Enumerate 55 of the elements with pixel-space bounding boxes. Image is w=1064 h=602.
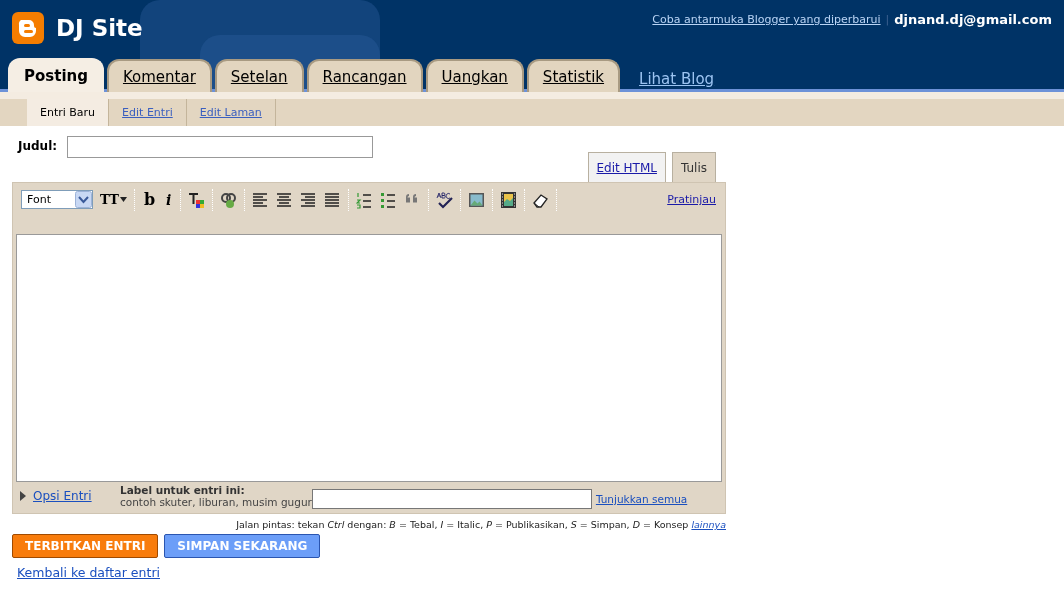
italic-button[interactable]: i	[164, 191, 174, 208]
site-title: DJ Site	[56, 15, 143, 41]
align-center-button[interactable]	[276, 190, 294, 209]
nav-tab[interactable]: Statistik	[526, 59, 621, 92]
font-dropdown[interactable]: Font	[21, 190, 93, 209]
title-input[interactable]	[67, 136, 374, 158]
editor-mode-tab[interactable]: Edit HTML	[587, 152, 666, 182]
nav-tab[interactable]: Komentar	[106, 59, 212, 92]
image-icon	[468, 190, 486, 209]
caret-icon	[119, 197, 127, 202]
back-to-posts-link[interactable]: Kembali ke daftar entri	[17, 565, 160, 580]
sub-tab[interactable]: Entri Baru	[27, 99, 110, 126]
post-options-toggle[interactable]: Opsi Entri	[20, 489, 120, 503]
nav-tab[interactable]: Rancangan	[306, 59, 423, 92]
show-all-labels-link[interactable]: Tunjukkan semua	[595, 493, 688, 505]
try-new-interface-link[interactable]: Coba antarmuka Blogger yang diperbarui	[652, 13, 881, 26]
sub-tab[interactable]: Edit Entri	[109, 99, 187, 126]
spellcheck-button[interactable]	[436, 190, 454, 209]
editor-mode-tab[interactable]: Tulis	[671, 152, 716, 182]
align-left-icon	[252, 190, 270, 209]
shortcut-hint: Jalan pintas: tekan Ctrl dengan: B = Tebal, I = Italic, P = Publikasikan, S = Simpan, D = Konsep lainnya	[234, 519, 726, 530]
align-center-icon	[276, 190, 294, 209]
film-button[interactable]	[500, 190, 518, 209]
labels-input[interactable]	[311, 489, 592, 509]
text-size-button[interactable]: TT	[100, 192, 127, 207]
align-right-icon	[300, 190, 318, 209]
sub-tab[interactable]: Edit Laman	[186, 99, 276, 126]
labels-example: contoh skuter, liburan, musim gugur	[120, 496, 312, 508]
preview-link[interactable]: Pratinjau	[667, 193, 716, 206]
justify-icon	[324, 190, 342, 209]
nav-tab[interactable]: Posting	[8, 58, 104, 92]
justify-button[interactable]	[324, 190, 342, 209]
more-shortcuts-link[interactable]: lainnya	[691, 519, 726, 530]
image-button[interactable]	[468, 190, 486, 209]
align-left-button[interactable]	[252, 190, 270, 209]
text-color-button[interactable]	[188, 190, 206, 209]
blogger-logo-icon	[12, 12, 44, 44]
bullet-list-button[interactable]	[380, 190, 398, 209]
numbered-list-button[interactable]	[356, 190, 374, 209]
separator: |	[885, 13, 890, 26]
link-button[interactable]	[220, 190, 238, 209]
account-email: djnand.dj@gmail.com	[894, 12, 1052, 27]
bullet-list-icon	[380, 190, 398, 209]
labels-title: Label untuk entri ini:	[120, 484, 246, 496]
text-color-icon	[188, 190, 206, 209]
film-icon	[500, 190, 518, 209]
nav-tab[interactable]: Uangkan	[425, 59, 524, 92]
spellcheck-icon	[436, 190, 454, 209]
view-blog-link[interactable]: Lihat Blog	[639, 70, 715, 92]
nav-tab[interactable]: Setelan	[214, 59, 304, 92]
align-right-button[interactable]	[300, 190, 318, 209]
link-icon	[220, 190, 238, 209]
numbered-list-icon	[356, 190, 374, 209]
bold-button[interactable]: b	[141, 190, 158, 209]
title-label: Judul:	[18, 138, 58, 153]
